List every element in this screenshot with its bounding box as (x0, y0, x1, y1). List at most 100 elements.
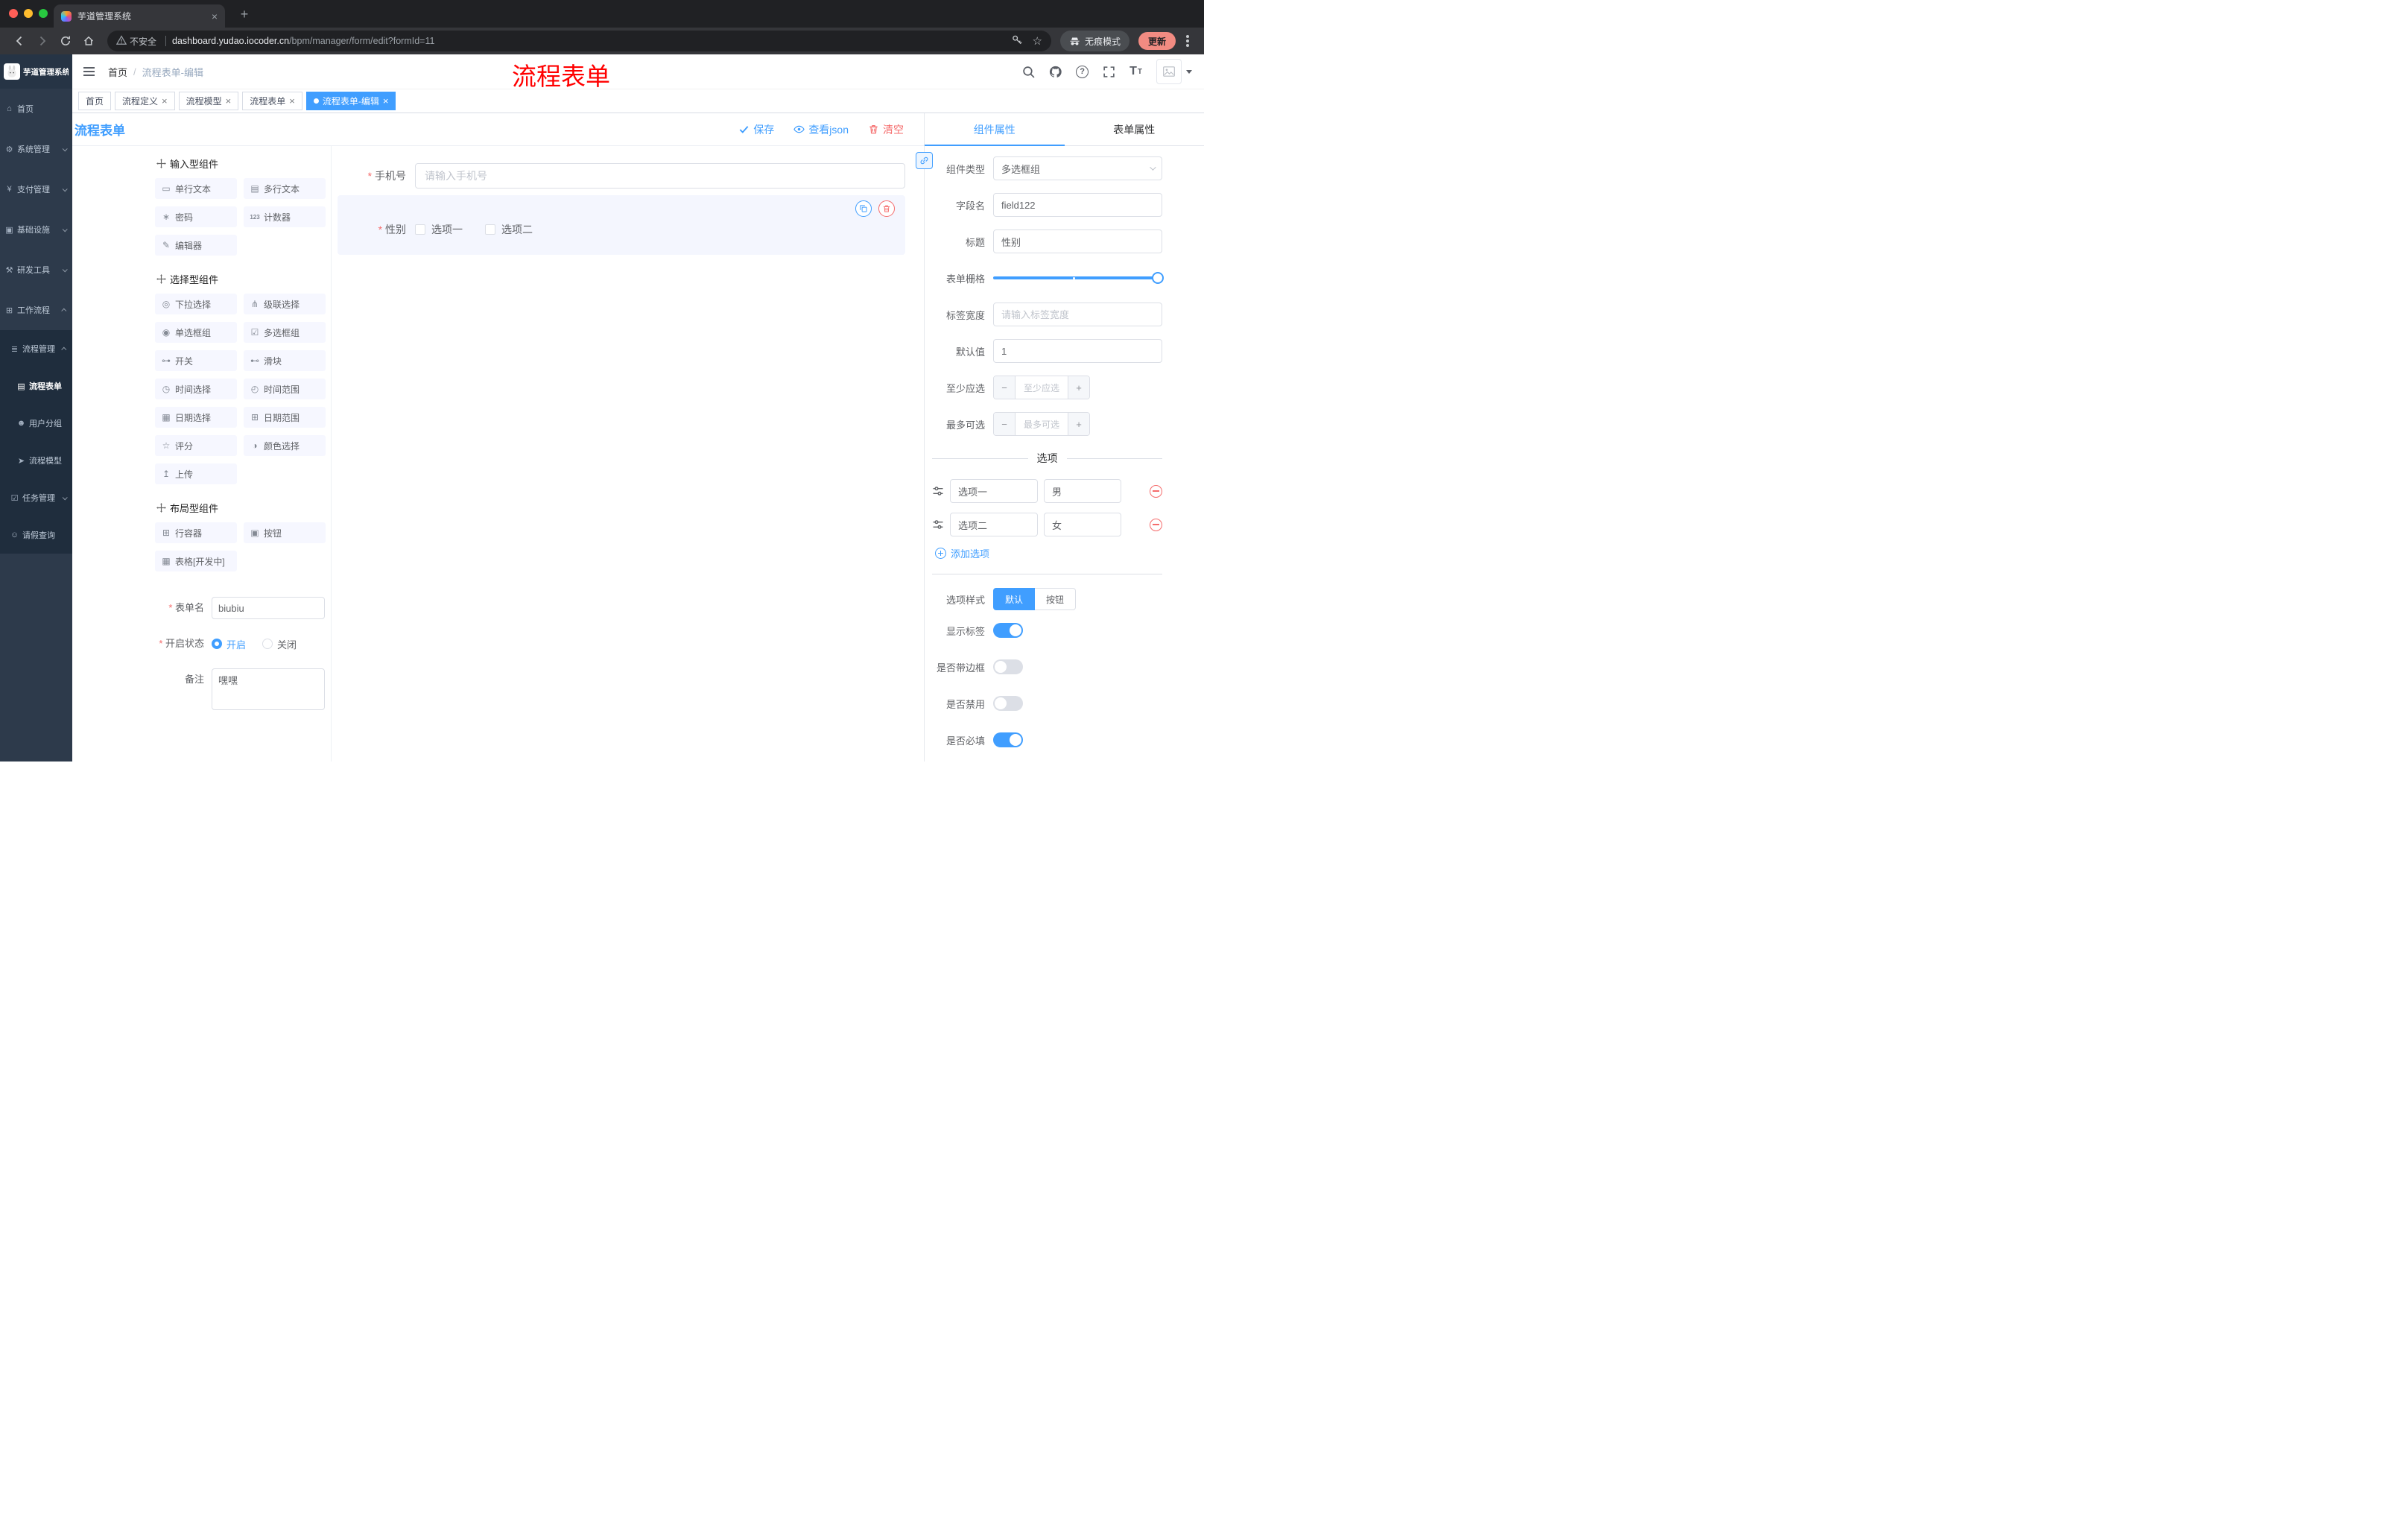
palette-item-date-picker[interactable]: ▦ 日期选择 (155, 407, 237, 428)
sidebar-item-workflow[interactable]: ⊞ 工作流程 (0, 290, 72, 330)
palette-item-time-range[interactable]: ◴ 时间范围 (244, 379, 326, 399)
form-grid-slider[interactable] (993, 266, 1164, 290)
checkbox-option-1[interactable]: 选项一 (415, 222, 463, 237)
sidebar-item-user-group[interactable]: ☻ 用户分组 (0, 405, 72, 442)
decrease-button[interactable]: − (994, 413, 1016, 435)
palette-item-slider[interactable]: ⊷ 滑块 (244, 350, 326, 371)
palette-item-password[interactable]: ∗ 密码 (155, 206, 237, 227)
tag-process-form-edit[interactable]: 流程表单-编辑 (305, 92, 396, 110)
close-tag-icon[interactable] (289, 95, 295, 107)
sidebar-item-system[interactable]: ⚙ 系统管理 (0, 129, 72, 169)
password-key-icon[interactable] (1012, 34, 1023, 48)
minimize-window-button[interactable] (24, 9, 33, 18)
add-option-button[interactable]: 添加选项 (935, 546, 1162, 560)
copy-component-button[interactable] (855, 200, 872, 217)
remove-option-icon[interactable] (1150, 518, 1162, 531)
sidebar-logo[interactable]: 芋道管理系统 (0, 54, 72, 89)
palette-item-single-text[interactable]: ▭ 单行文本 (155, 178, 237, 199)
sidebar-item-devtools[interactable]: ⚒ 研发工具 (0, 250, 72, 290)
slider-handle[interactable] (1152, 272, 1164, 284)
disabled-toggle[interactable] (993, 696, 1023, 711)
delete-component-button[interactable] (878, 200, 895, 217)
radio-closed[interactable]: 关闭 (262, 637, 297, 651)
option-label-input[interactable] (950, 513, 1038, 536)
remove-option-icon[interactable] (1150, 484, 1162, 498)
increase-button[interactable]: + (1068, 376, 1089, 399)
tab-component-props[interactable]: 组件属性 (925, 113, 1065, 146)
doc-link-button[interactable] (916, 152, 933, 169)
address-bar[interactable]: 不安全 dashboard.yudao.iocoder.cn/bpm/manag… (107, 31, 1051, 51)
palette-item-table[interactable]: ▦ 表格[开发中] (155, 551, 237, 571)
close-tag-icon[interactable] (226, 95, 232, 107)
drag-handle-icon[interactable] (932, 485, 944, 497)
font-size-icon[interactable] (1129, 65, 1142, 78)
palette-item-color-picker[interactable]: ◑ 颜色选择 (244, 435, 326, 456)
checkbox-option-2[interactable]: 选项二 (485, 222, 533, 237)
palette-item-cascader[interactable]: ⋔ 级联选择 (244, 294, 326, 314)
drag-handle-icon[interactable] (932, 519, 944, 531)
increase-button[interactable]: + (1068, 413, 1089, 435)
sidebar-item-process-form[interactable]: ▤ 流程表单 (0, 367, 72, 405)
close-tag-icon[interactable] (162, 95, 168, 107)
tag-process-form[interactable]: 流程表单 (242, 92, 302, 110)
home-button[interactable] (78, 31, 98, 51)
label-width-input[interactable] (993, 303, 1162, 326)
tab-form-props[interactable]: 表单属性 (1065, 113, 1205, 145)
style-button-button[interactable]: 按钮 (1035, 588, 1077, 610)
field-name-input[interactable] (993, 193, 1162, 217)
palette-item-select[interactable]: ◎ 下拉选择 (155, 294, 237, 314)
radio-open[interactable]: 开启 (212, 637, 246, 651)
palette-item-button[interactable]: ▣ 按钮 (244, 522, 326, 543)
sidebar-item-leave-query[interactable]: ☺ 请假查询 (0, 516, 72, 554)
palette-item-editor[interactable]: ✎ 编辑器 (155, 235, 237, 256)
close-tag-icon[interactable] (383, 95, 389, 107)
tag-process-model[interactable]: 流程模型 (178, 92, 239, 110)
border-toggle[interactable] (993, 659, 1023, 674)
max-select-placeholder[interactable]: 最多可选 (1016, 413, 1068, 435)
style-default-button[interactable]: 默认 (993, 588, 1036, 610)
sidebar-item-process-mgmt[interactable]: ≣ 流程管理 (0, 330, 72, 367)
canvas-field-phone[interactable]: 手机号 请输入手机号 (338, 163, 905, 189)
zoom-window-button[interactable] (39, 9, 48, 18)
sidebar-item-process-model[interactable]: ➤ 流程模型 (0, 442, 72, 479)
palette-item-multi-text[interactable]: ▤ 多行文本 (244, 178, 326, 199)
back-button[interactable] (9, 31, 29, 51)
canvas-field-gender-selected[interactable]: 性别 选项一 选项二 (338, 195, 905, 255)
sidebar-item-task-mgmt[interactable]: ☑ 任务管理 (0, 479, 72, 516)
option-value-input[interactable] (1044, 513, 1121, 536)
palette-item-counter[interactable]: 123 计数器 (244, 206, 326, 227)
default-value-input[interactable] (993, 339, 1162, 363)
min-select-placeholder[interactable]: 至少应选 (1016, 376, 1068, 399)
close-tab-icon[interactable] (212, 11, 218, 22)
forward-button[interactable] (32, 31, 52, 51)
security-warning-icon[interactable] (116, 35, 127, 48)
component-type-select[interactable]: 多选框组 (993, 156, 1162, 180)
close-window-button[interactable] (9, 9, 18, 18)
breadcrumb-home[interactable]: 首页 (108, 65, 127, 79)
browser-menu-icon[interactable] (1186, 39, 1189, 42)
required-toggle[interactable] (993, 732, 1023, 747)
view-json-button[interactable]: 查看json (793, 122, 849, 137)
sidebar-item-home[interactable]: ⌂ 首页 (0, 89, 72, 129)
palette-item-time-picker[interactable]: ◷ 时间选择 (155, 379, 237, 399)
title-input[interactable] (993, 229, 1162, 253)
github-icon[interactable] (1049, 66, 1062, 78)
clear-button[interactable]: 清空 (868, 122, 904, 137)
reload-button[interactable] (55, 31, 75, 51)
palette-item-date-range[interactable]: ⊞ 日期范围 (244, 407, 326, 428)
form-remark-textarea[interactable]: 嘿嘿 (212, 668, 325, 710)
hamburger-icon[interactable] (80, 63, 97, 80)
decrease-button[interactable]: − (994, 376, 1016, 399)
option-label-input[interactable] (950, 479, 1038, 503)
bookmark-star-icon[interactable]: ☆ (1033, 36, 1042, 47)
palette-item-upload[interactable]: ↥ 上传 (155, 463, 237, 484)
palette-item-rate[interactable]: ☆ 评分 (155, 435, 237, 456)
tag-home[interactable]: 首页 (78, 92, 112, 110)
phone-input[interactable]: 请输入手机号 (415, 163, 905, 189)
palette-item-radio-group[interactable]: ◉ 单选框组 (155, 322, 237, 343)
save-button[interactable]: 保存 (738, 122, 774, 137)
help-icon[interactable] (1076, 65, 1089, 78)
user-menu[interactable] (1156, 59, 1192, 84)
tag-process-definition[interactable]: 流程定义 (115, 92, 175, 110)
palette-item-switch[interactable]: ⊶ 开关 (155, 350, 237, 371)
